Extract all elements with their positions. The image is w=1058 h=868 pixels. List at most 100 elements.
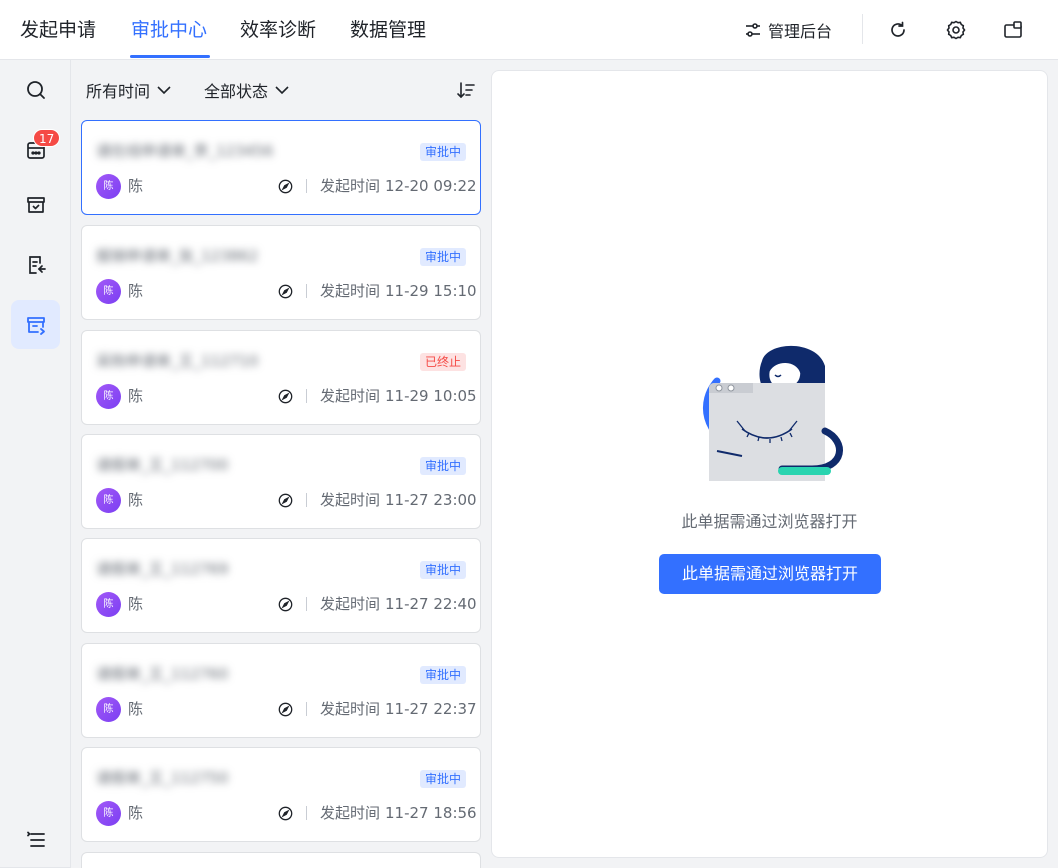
card-title: 报销申请单_张_123862 [96, 247, 259, 265]
submit-time-value: 11-27 23:00 [385, 491, 477, 509]
submit-time-value: 12-20 09:22 [385, 177, 477, 195]
divider [306, 284, 307, 298]
sort-icon[interactable] [456, 80, 476, 100]
approval-card-partial[interactable] [81, 852, 481, 868]
toolbar-divider [862, 14, 863, 44]
card-title: 请假单_王_112750 [96, 769, 229, 787]
divider [306, 806, 307, 820]
submit-time-value: 11-27 22:37 [385, 700, 477, 718]
archive-check-icon [26, 196, 45, 213]
applicant-name: 陈 [128, 177, 144, 195]
submit-time-value: 11-27 18:56 [385, 804, 477, 822]
card-title: 请假单_王_112760 [96, 665, 229, 683]
sliders-icon [746, 23, 760, 37]
submit-time-label: 发起时间 [320, 282, 381, 300]
status-filter-dropdown[interactable]: 全部状态 [204, 78, 290, 102]
compass-icon [278, 493, 293, 508]
applicant-name: 陈 [128, 595, 144, 613]
divider [306, 493, 307, 507]
admin-console-label: 管理后台 [768, 22, 833, 41]
chevron-down-icon [157, 86, 171, 95]
rail-cc-to-me[interactable] [11, 240, 60, 289]
approval-card[interactable]: 请假单_王_112769 审批中 陈 陈 发起时间 11-27 22:40 [81, 538, 481, 633]
status-badge: 审批中 [419, 561, 466, 579]
submit-time-value: 11-27 22:40 [385, 595, 477, 613]
rail-search[interactable] [11, 65, 60, 114]
status-badge: 审批中 [419, 143, 466, 161]
avatar: 陈 [96, 174, 121, 199]
divider [306, 389, 307, 403]
approval-card[interactable]: 请在线申请单_李_123456 审批中 陈 陈 发起时间 12-20 09:22 [81, 120, 481, 215]
approval-card[interactable]: 采购申请单_王_112710 已终止 陈 陈 发起时间 11-29 10:05 [81, 330, 481, 425]
browser-required-illustration [702, 345, 843, 481]
avatar: 陈 [96, 279, 121, 304]
rail-collapse-menu[interactable] [11, 815, 60, 864]
applicant-name: 陈 [128, 491, 144, 509]
menu-list-icon [26, 831, 45, 847]
open-in-browser-button[interactable]: 此单据需通过浏览器打开 [659, 554, 881, 594]
card-title: 请在线申请单_李_123456 [96, 142, 274, 160]
top-bar: 发起申请 审批中心 效率诊断 数据管理 管理后台 [0, 0, 1058, 60]
tab-approval-center[interactable]: 审批中心 [131, 0, 207, 60]
avatar: 陈 [96, 488, 121, 513]
tab-data-management[interactable]: 数据管理 [350, 0, 426, 60]
compass-icon [278, 179, 293, 194]
left-nav-rail: 17 [0, 60, 71, 868]
avatar: 陈 [96, 697, 121, 722]
avatar: 陈 [96, 801, 121, 826]
divider [306, 702, 307, 716]
search-icon [26, 80, 45, 99]
compass-icon [278, 702, 293, 717]
approval-card[interactable]: 请假单_王_112760 审批中 陈 陈 发起时间 11-27 22:37 [81, 643, 481, 738]
submit-time-value: 11-29 15:10 [385, 282, 477, 300]
applicant-name: 陈 [128, 804, 144, 822]
admin-console-button[interactable]: 管理后台 [744, 17, 832, 43]
compass-icon [278, 597, 293, 612]
card-title: 请假单_王_112769 [96, 560, 229, 578]
document-import-icon [28, 255, 46, 274]
card-title: 采购申请单_王_112710 [96, 352, 259, 370]
status-filter-label: 全部状态 [204, 82, 269, 101]
settings-gear-icon[interactable] [945, 19, 967, 41]
approval-card[interactable]: 请假单_王_112700 审批中 陈 陈 发起时间 11-27 23:00 [81, 434, 481, 529]
applicant-name: 陈 [128, 387, 144, 405]
browser-required-message: 此单据需通过浏览器打开 [681, 512, 858, 531]
rail-my-submissions[interactable] [11, 300, 60, 349]
submit-time-value: 11-29 10:05 [385, 387, 477, 405]
submit-time-label: 发起时间 [320, 700, 381, 718]
status-badge: 审批中 [419, 666, 466, 684]
tab-initiate-request[interactable]: 发起申请 [20, 0, 96, 60]
chevron-down-icon [275, 86, 289, 95]
time-filter-dropdown[interactable]: 所有时间 [86, 78, 172, 102]
submit-time-label: 发起时间 [320, 804, 381, 822]
submit-time-label: 发起时间 [320, 387, 381, 405]
applicant-name: 陈 [128, 700, 144, 718]
status-badge: 审批中 [419, 248, 466, 266]
submit-time-label: 发起时间 [320, 177, 381, 195]
detail-panel: 此单据需通过浏览器打开 此单据需通过浏览器打开 [491, 70, 1048, 858]
tab-efficiency-diagnosis[interactable]: 效率诊断 [240, 0, 316, 60]
approval-card[interactable]: 报销申请单_张_123862 审批中 陈 陈 发起时间 11-29 15:10 [81, 225, 481, 320]
status-badge: 审批中 [419, 770, 466, 788]
status-badge: 已终止 [419, 353, 466, 371]
active-tab-indicator [130, 55, 210, 58]
card-title: 请假单_王_112700 [96, 456, 229, 474]
divider [306, 597, 307, 611]
rail-processed[interactable] [11, 180, 60, 229]
avatar: 陈 [96, 592, 121, 617]
applicant-name: 陈 [128, 282, 144, 300]
divider [306, 179, 307, 193]
archive-send-icon [26, 316, 45, 335]
submit-time-label: 发起时间 [320, 595, 381, 613]
approval-card[interactable]: 请假单_王_112750 审批中 陈 陈 发起时间 11-27 18:56 [81, 747, 481, 842]
approval-list-column: 所有时间 全部状态 请在线申请单_李_123456 审批中 陈 陈 发起时间 1… [71, 60, 491, 868]
open-window-icon[interactable] [1002, 19, 1024, 41]
compass-icon [278, 806, 293, 821]
status-badge: 审批中 [419, 457, 466, 475]
submit-time-label: 发起时间 [320, 491, 381, 509]
compass-icon [278, 389, 293, 404]
compass-icon [278, 284, 293, 299]
refresh-icon[interactable] [887, 19, 909, 41]
time-filter-label: 所有时间 [86, 82, 151, 101]
pending-count-badge: 17 [33, 129, 61, 147]
